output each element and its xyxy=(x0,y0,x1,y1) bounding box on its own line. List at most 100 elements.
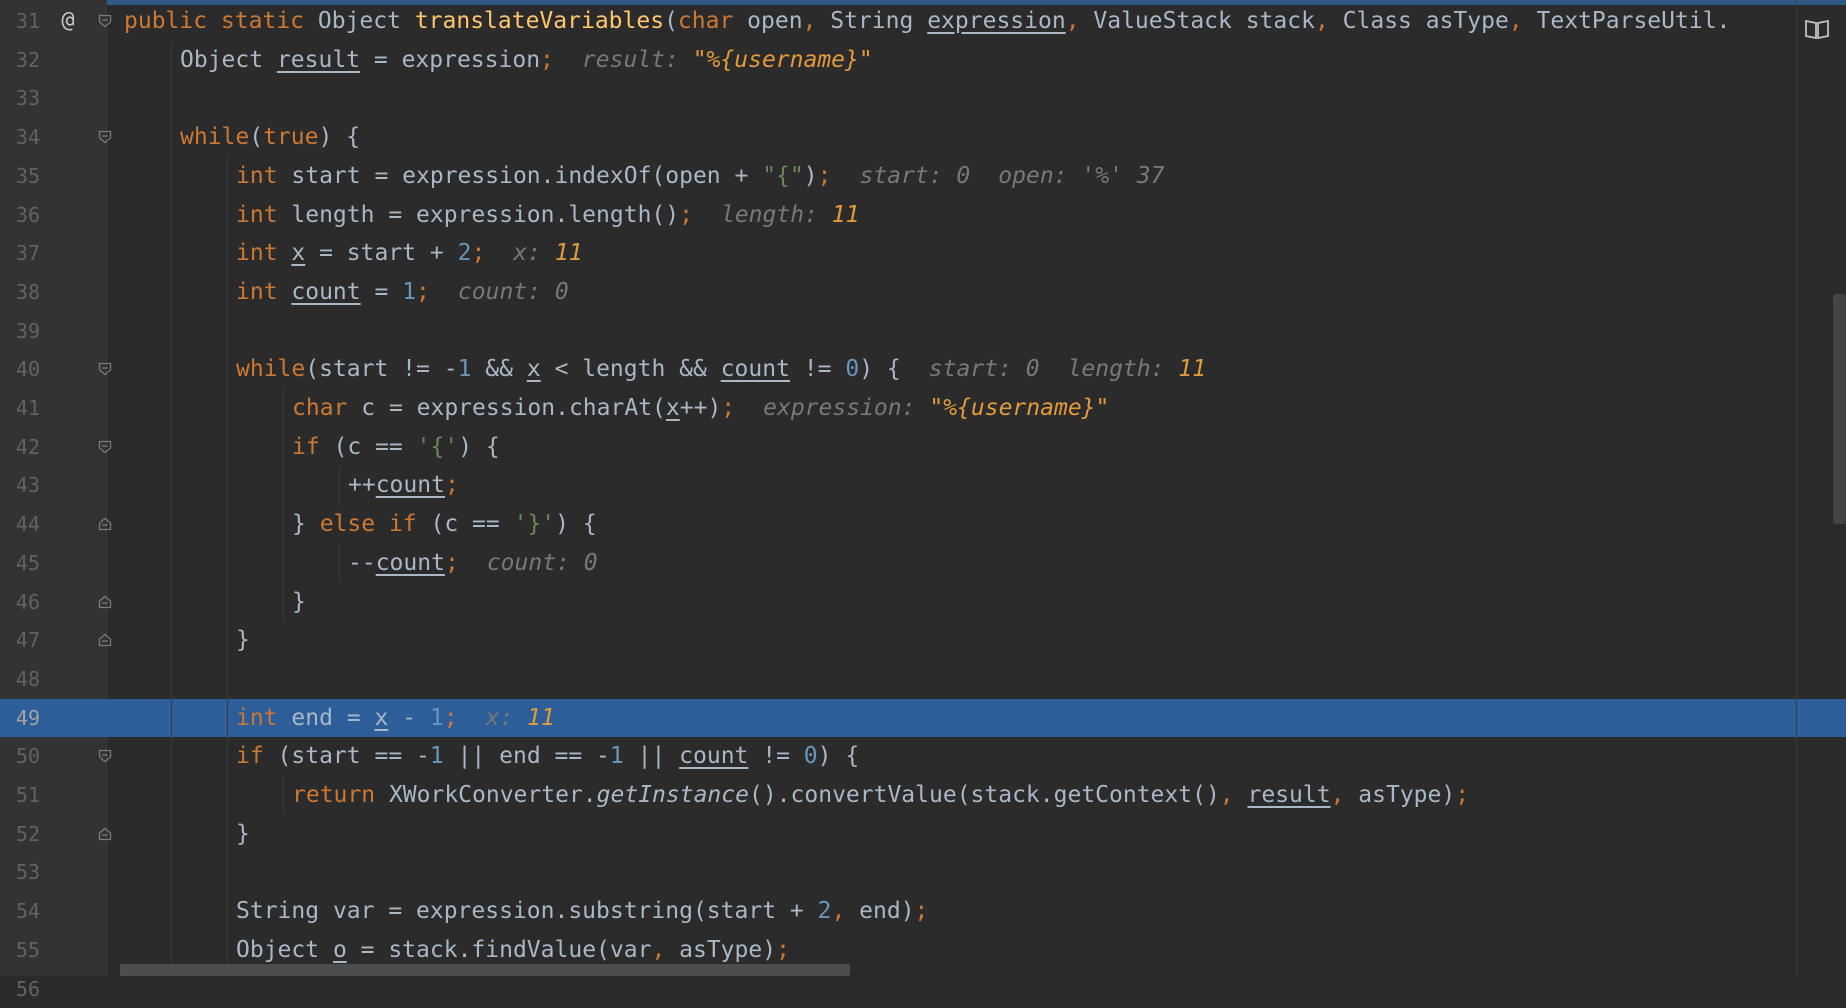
code-line[interactable]: 48 xyxy=(0,660,1846,699)
code-text[interactable]: } xyxy=(292,583,306,622)
code-line[interactable]: 37 int x = start + 2;x: 11 xyxy=(0,234,1846,273)
code-text[interactable]: if (c == '{') { xyxy=(292,428,500,467)
code-text[interactable]: --count;count: 0 xyxy=(348,544,598,583)
inline-debug-value[interactable]: length: 11 xyxy=(1068,356,1207,382)
inline-debug-value[interactable]: result: "%{username}" xyxy=(582,47,873,73)
code-line[interactable]: 40 while(start != -1 && x < length && cou… xyxy=(0,350,1846,389)
fold-open-icon[interactable] xyxy=(98,130,112,144)
inline-debug-value[interactable]: x: 11 xyxy=(486,705,555,731)
fold-close-icon[interactable] xyxy=(98,517,112,531)
line-number[interactable]: 31 xyxy=(0,2,40,41)
line-number[interactable]: 44 xyxy=(0,505,40,544)
code-text[interactable]: String var = expression.substring(start … xyxy=(236,892,928,931)
code-token: Object xyxy=(318,8,415,34)
code-editor[interactable]: 31 @ public static Object translateVariabl… xyxy=(0,0,1846,976)
line-number[interactable]: 34 xyxy=(0,118,40,157)
line-number[interactable]: 53 xyxy=(0,853,40,892)
code-line[interactable]: 42 if (c == '{') { xyxy=(0,428,1846,467)
code-line[interactable]: 46} xyxy=(0,583,1846,622)
fold-close-icon[interactable] xyxy=(98,595,112,609)
inline-debug-value[interactable]: count: 0 xyxy=(458,279,569,305)
indent-guide xyxy=(283,776,284,815)
line-number[interactable]: 52 xyxy=(0,815,40,854)
code-line[interactable]: 52} xyxy=(0,815,1846,854)
line-number[interactable]: 40 xyxy=(0,350,40,389)
code-text[interactable]: int length = expression.length();length:… xyxy=(236,196,859,235)
code-token: ; xyxy=(776,937,790,963)
code-token: true xyxy=(263,124,318,150)
fold-close-icon[interactable] xyxy=(98,827,112,841)
line-number[interactable]: 45 xyxy=(0,544,40,583)
line-number[interactable]: 41 xyxy=(0,389,40,428)
line-number[interactable]: 36 xyxy=(0,196,40,235)
code-line[interactable]: 34 while(true) { xyxy=(0,118,1846,157)
book-icon[interactable] xyxy=(1804,18,1830,40)
code-line[interactable]: 36 int length = expression.length();lengt… xyxy=(0,196,1846,235)
line-number[interactable]: 33 xyxy=(0,79,40,118)
code-text[interactable]: while(true) { xyxy=(180,118,360,157)
inline-debug-value[interactable]: expression: "%{username}" xyxy=(763,395,1109,421)
code-line[interactable]: 35 int start = expression.indexOf(open + … xyxy=(0,157,1846,196)
inline-debug-value[interactable]: open: '%' 37 xyxy=(998,163,1164,189)
code-line[interactable]: 51 return XWorkConverter.getInstance().co… xyxy=(0,776,1846,815)
line-number[interactable]: 39 xyxy=(0,312,40,351)
horizontal-scrollbar[interactable] xyxy=(120,964,850,976)
current-execution-line[interactable]: 49 int end = x - 1;x: 11 xyxy=(0,699,1846,738)
code-line[interactable]: 45 --count;count: 0 xyxy=(0,544,1846,583)
code-text[interactable]: int end = x - 1;x: 11 xyxy=(236,699,555,738)
code-text[interactable]: Object result = expression;result: "%{us… xyxy=(180,41,873,80)
inline-debug-value[interactable]: start: 0 xyxy=(929,356,1040,382)
code-text[interactable]: ++count; xyxy=(348,466,459,505)
code-line[interactable]: 44 } else if (c == '}') { xyxy=(0,505,1846,544)
inline-debug-value[interactable]: length: 11 xyxy=(721,202,860,228)
line-number[interactable]: 55 xyxy=(0,931,40,970)
at-sign-icon[interactable]: @ xyxy=(56,9,80,33)
code-line[interactable]: 33 xyxy=(0,79,1846,118)
line-number[interactable]: 32 xyxy=(0,41,40,80)
code-line[interactable]: 43 ++count; xyxy=(0,466,1846,505)
code-line[interactable]: 38 int count = 1;count: 0 xyxy=(0,273,1846,312)
line-number[interactable]: 37 xyxy=(0,234,40,273)
code-text[interactable]: } else if (c == '}') { xyxy=(292,505,597,544)
line-number[interactable]: 42 xyxy=(0,428,40,467)
fold-close-icon[interactable] xyxy=(98,633,112,647)
inline-debug-value[interactable]: x: 11 xyxy=(513,240,582,266)
fold-open-icon[interactable] xyxy=(98,440,112,454)
code-line[interactable]: 39 xyxy=(0,312,1846,351)
line-number[interactable]: 50 xyxy=(0,737,40,776)
vertical-scrollbar[interactable] xyxy=(1833,294,1846,524)
line-number[interactable]: 47 xyxy=(0,621,40,660)
line-number[interactable]: 49 xyxy=(0,699,40,738)
code-text[interactable]: char c = expression.charAt(x++);expressi… xyxy=(292,389,1109,428)
fold-open-icon[interactable] xyxy=(98,749,112,763)
code-text[interactable]: public static Object translateVariables(… xyxy=(124,2,1730,41)
line-number[interactable]: 38 xyxy=(0,273,40,312)
code-text[interactable]: } xyxy=(236,815,250,854)
line-number[interactable]: 48 xyxy=(0,660,40,699)
code-text[interactable]: int start = expression.indexOf(open + "{… xyxy=(236,157,1164,196)
code-line[interactable]: 31 @ public static Object translateVariabl… xyxy=(0,2,1846,41)
inline-debug-value[interactable]: count: 0 xyxy=(487,550,598,576)
code-text[interactable]: int x = start + 2;x: 11 xyxy=(236,234,583,273)
line-number[interactable]: 54 xyxy=(0,892,40,931)
line-number[interactable]: 46 xyxy=(0,583,40,622)
code-line[interactable]: 41 char c = expression.charAt(x++);expres… xyxy=(0,389,1846,428)
code-token: Object xyxy=(236,937,333,963)
code-text[interactable]: int count = 1;count: 0 xyxy=(236,273,569,312)
code-line[interactable]: 50 if (start == -1 || end == -1 || count … xyxy=(0,737,1846,776)
code-text[interactable]: } xyxy=(236,621,250,660)
line-number[interactable]: 56 xyxy=(0,970,40,1008)
fold-open-icon[interactable] xyxy=(98,362,112,376)
code-line[interactable]: 47} xyxy=(0,621,1846,660)
code-line[interactable]: 32 Object result = expression;result: "%{… xyxy=(0,41,1846,80)
fold-open-icon[interactable] xyxy=(98,14,112,28)
line-number[interactable]: 35 xyxy=(0,157,40,196)
code-line[interactable]: 53 xyxy=(0,853,1846,892)
code-text[interactable]: while(start != -1 && x < length && count… xyxy=(236,350,1206,389)
code-text[interactable]: return XWorkConverter.getInstance().conv… xyxy=(292,776,1469,815)
line-number[interactable]: 51 xyxy=(0,776,40,815)
code-text[interactable]: if (start == -1 || end == -1 || count !=… xyxy=(236,737,859,776)
line-number[interactable]: 43 xyxy=(0,466,40,505)
code-line[interactable]: 54 String var = expression.substring(star… xyxy=(0,892,1846,931)
inline-debug-value[interactable]: start: 0 xyxy=(859,163,970,189)
